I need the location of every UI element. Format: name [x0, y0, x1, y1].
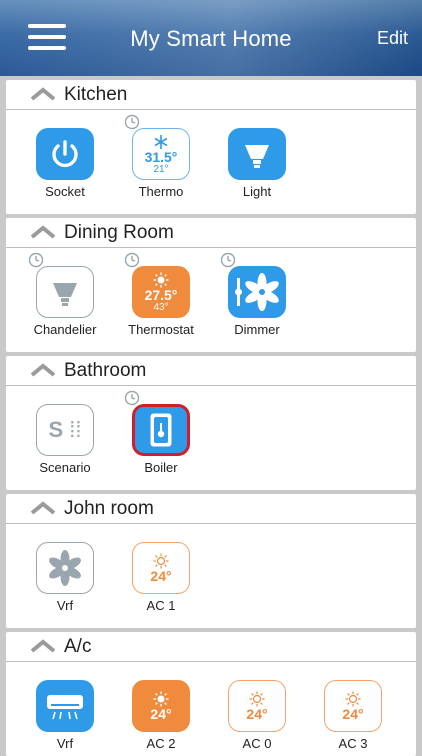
- device-label: Socket: [45, 184, 85, 199]
- room-card-john-room: John room Vrf 24° AC 1: [6, 494, 416, 628]
- chevron-up-icon: [30, 87, 56, 101]
- room-header[interactable]: Bathroom: [6, 356, 416, 386]
- room-name: John room: [64, 498, 154, 519]
- device-tile: [36, 266, 94, 318]
- device-tile: [228, 266, 286, 318]
- timer-clock-icon: [124, 114, 140, 130]
- device-tile: [36, 542, 94, 594]
- device-label: Light: [242, 184, 272, 199]
- device-tile: 24°: [228, 680, 286, 732]
- chevron-up-icon: [30, 225, 56, 239]
- sun-icon: [345, 691, 361, 707]
- device-tile: [228, 128, 286, 180]
- room-header[interactable]: Dining Room: [6, 218, 416, 248]
- room-name: A/c: [64, 636, 92, 657]
- room-card-ac: A/c Vrf 24° AC 2 24° AC 0 24° AC 3: [6, 632, 416, 756]
- sun-icon: [153, 553, 169, 569]
- snowflake-icon: [154, 134, 168, 149]
- scenario-icon: S ⁞⁞: [48, 417, 82, 442]
- room-name: Dining Room: [64, 222, 174, 243]
- power-icon: [52, 140, 78, 168]
- device-tile: 24°: [324, 680, 382, 732]
- device-label: Vrf: [56, 598, 74, 613]
- chevron-up-icon: [30, 639, 56, 653]
- temperature-value: 24°: [150, 568, 172, 584]
- boiler-icon: [150, 413, 172, 447]
- room-name: Kitchen: [64, 84, 128, 105]
- sun-icon: [153, 272, 169, 287]
- room-name: Bathroom: [64, 360, 147, 381]
- device-tile: 24°: [132, 542, 190, 594]
- room-header[interactable]: John room: [6, 494, 416, 524]
- timer-clock-icon: [28, 252, 44, 268]
- ac-unit-icon: [47, 695, 83, 720]
- device-label: AC 3: [338, 736, 368, 751]
- device-label: Dimmer: [234, 322, 280, 337]
- temperature-value: 24°: [342, 706, 364, 722]
- timer-clock-icon: [220, 252, 236, 268]
- device-label: Boiler: [144, 460, 178, 475]
- room-header[interactable]: A/c: [6, 632, 416, 662]
- lamp-icon: [245, 145, 269, 168]
- fan-icon: [235, 273, 279, 311]
- device-label: Scenario: [39, 460, 91, 475]
- temperature-value: 24°: [150, 706, 172, 722]
- device-label: AC 1: [146, 598, 176, 613]
- device-label: AC 2: [146, 736, 176, 751]
- temperature-value: 27.5°: [144, 286, 178, 303]
- edit-button[interactable]: Edit: [377, 28, 408, 49]
- fan-icon: [49, 550, 81, 586]
- temperature-value: 24°: [246, 706, 268, 722]
- room-header[interactable]: Kitchen: [6, 80, 416, 110]
- timer-clock-icon: [124, 252, 140, 268]
- device-tile: [36, 680, 94, 732]
- lamp-icon: [53, 283, 77, 306]
- app-header: My Smart Home Edit: [0, 0, 422, 76]
- setpoint-value: 21°: [153, 163, 169, 175]
- device-label: Thermo: [138, 184, 184, 199]
- room-card-bathroom: Bathroom S ⁞⁞ Scenario Boiler: [6, 356, 416, 490]
- device-label: AC 0: [242, 736, 272, 751]
- room-card-kitchen: Kitchen Socket 31.5° 21° Thermo Light: [6, 80, 416, 214]
- device-tile: 31.5° 21°: [132, 128, 190, 180]
- chevron-up-icon: [30, 501, 56, 515]
- temperature-value: 31.5°: [144, 148, 178, 165]
- scenario-icon-letter: S: [48, 417, 64, 442]
- device-tile: 27.5° 43°: [132, 266, 190, 318]
- device-label: Thermostat: [128, 322, 194, 337]
- device-tile: 24°: [132, 680, 190, 732]
- device-label: Chandelier: [33, 322, 97, 337]
- device-tile-selected: [132, 404, 190, 456]
- device-label: Vrf: [56, 736, 74, 751]
- page-title: My Smart Home: [130, 26, 292, 51]
- chevron-up-icon: [30, 363, 56, 377]
- device-tile: S ⁞⁞: [36, 404, 94, 456]
- sun-icon: [153, 691, 169, 707]
- device-tile: [36, 128, 94, 180]
- timer-clock-icon: [124, 390, 140, 406]
- room-card-dining-room: Dining Room Chandelier 27.5° 43° Thermos…: [6, 218, 416, 352]
- setpoint-value: 43°: [153, 301, 169, 313]
- sun-icon: [249, 691, 265, 707]
